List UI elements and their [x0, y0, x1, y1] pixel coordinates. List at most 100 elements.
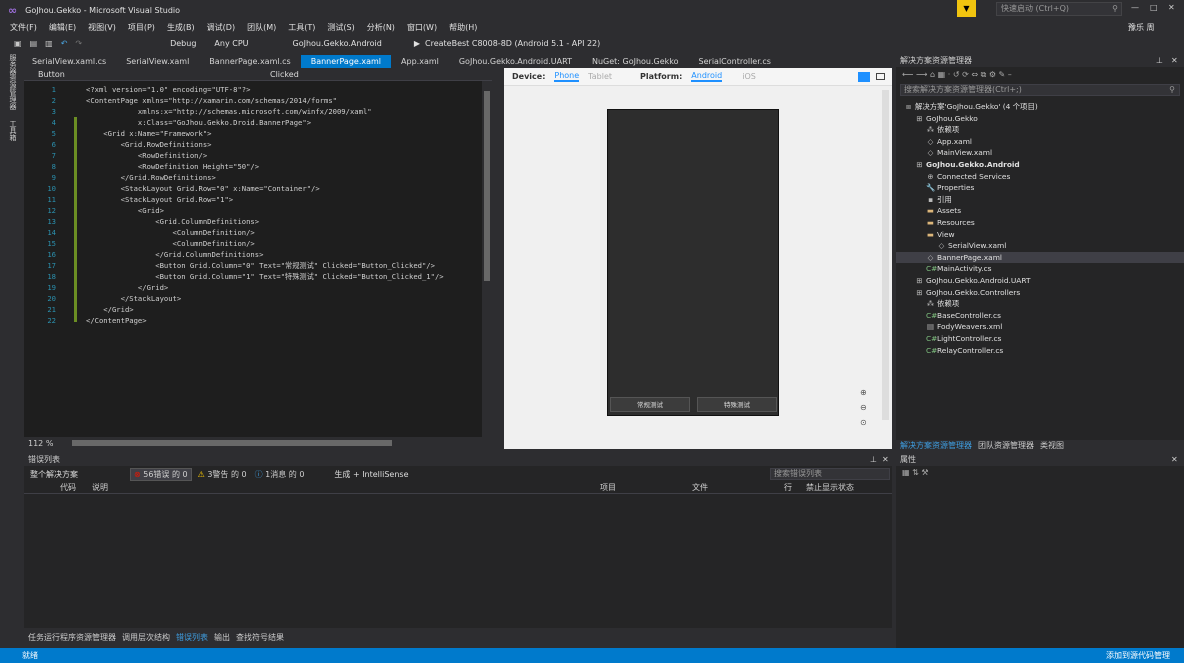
document-tab[interactable]: BannerPage.xaml.cs — [199, 55, 300, 68]
platform-ios-option[interactable]: iOS — [742, 72, 756, 81]
tab-task-runner[interactable]: 任务运行程序资源管理器 — [28, 632, 116, 643]
minimize-button[interactable]: — — [1131, 3, 1139, 12]
zoom-fit-icon[interactable]: ⊙ — [860, 418, 867, 427]
quick-launch-input[interactable]: 快速启动 (Ctrl+Q) — [1001, 4, 1069, 13]
platform-android-option[interactable]: Android — [691, 71, 723, 82]
new-project-icon[interactable]: ▣ — [14, 39, 22, 48]
tree-item[interactable]: ⊞ GoJhou.Gekko — [896, 113, 1184, 124]
toolbox-tab[interactable]: 工具箱 — [8, 120, 18, 141]
messages-filter[interactable]: ⓘ 1消息 的 0 — [255, 469, 305, 480]
tree-item[interactable]: ⊕ Connected Services — [896, 171, 1184, 182]
code-line[interactable]: <?xml version="1.0" encoding="UTF-8"?> — [86, 85, 250, 94]
errors-filter[interactable]: ⊗ 56错误 的 0 — [130, 467, 192, 481]
user-name[interactable]: 豫乐 周 — [1128, 22, 1155, 33]
member-nav-dropdown[interactable]: Clicked — [270, 70, 299, 79]
tree-item[interactable]: ◇ SerialView.xaml — [896, 240, 1184, 251]
tree-item[interactable]: ⊞ GoJhou.Gekko.Android.UART — [896, 275, 1184, 286]
run-target-button[interactable]: CreateBest C8008-8D (Android 5.1 - API 2… — [425, 39, 600, 48]
menu-help[interactable]: 帮助(H) — [449, 22, 477, 33]
quick-launch[interactable]: 快速启动 (Ctrl+Q) ⚲ — [996, 2, 1122, 16]
type-nav-dropdown[interactable]: Button — [38, 70, 65, 79]
code-line[interactable]: </StackLayout> — [86, 294, 182, 303]
menu-project[interactable]: 项目(P) — [128, 22, 155, 33]
document-tab[interactable]: NuGet: GoJhou.Gekko — [582, 55, 689, 68]
col-suppression[interactable]: 禁止显示状态 — [806, 482, 854, 493]
code-line[interactable]: <StackLayout Grid.Row="0" x:Name="Contai… — [86, 184, 320, 193]
code-line[interactable]: <ColumnDefinition/> — [86, 228, 255, 237]
document-tab[interactable]: SerialView.xaml.cs — [22, 55, 116, 68]
code-line[interactable]: <Button Grid.Column="0" Text="常规测试" Clic… — [86, 261, 435, 271]
document-tab[interactable]: App.xaml — [391, 55, 449, 68]
zoom-out-icon[interactable]: ⊖ — [860, 403, 867, 412]
tab-call-hierarchy[interactable]: 调用层次结构 — [122, 632, 170, 643]
close-panel-icon[interactable]: ✕ — [1171, 55, 1178, 67]
device-tablet-option[interactable]: Tablet — [588, 72, 612, 81]
code-line[interactable]: </Grid.RowDefinitions> — [86, 173, 216, 182]
platform-select[interactable]: Any CPU — [214, 39, 248, 48]
tree-item[interactable]: 🔧 Properties — [896, 182, 1184, 193]
code-line[interactable]: </Grid> — [86, 305, 133, 314]
tree-item[interactable]: ▤ FodyWeavers.xml — [896, 321, 1184, 332]
document-tab[interactable]: SerialController.cs — [689, 55, 781, 68]
preview-button-normal-test[interactable]: 常规测试 — [610, 397, 690, 412]
close-button[interactable]: ✕ — [1168, 3, 1175, 12]
code-line[interactable]: <StackLayout Grid.Row="1"> — [86, 195, 234, 204]
menu-file[interactable]: 文件(F) — [10, 22, 37, 33]
col-code[interactable]: 代码 — [60, 482, 76, 493]
col-file[interactable]: 文件 — [692, 482, 708, 493]
portrait-icon[interactable] — [858, 72, 870, 82]
maximize-button[interactable]: □ — [1150, 3, 1158, 12]
build-filter-select[interactable]: 生成 + IntelliSense — [334, 469, 408, 480]
tree-item[interactable]: ◇ BannerPage.xaml — [896, 251, 1184, 263]
code-line[interactable]: <Grid.ColumnDefinitions> — [86, 217, 259, 226]
tree-item[interactable]: ▬ Assets — [896, 205, 1184, 216]
menu-window[interactable]: 窗口(W) — [407, 22, 437, 33]
tree-item[interactable]: ◇ MainView.xaml — [896, 147, 1184, 158]
tab-find-symbol[interactable]: 查找符号结果 — [236, 632, 284, 643]
tree-item[interactable]: ⧈ 解决方案'GoJhou.Gekko' (4 个项目) — [896, 101, 1184, 112]
menu-edit[interactable]: 编辑(E) — [49, 22, 76, 33]
close-panel-icon[interactable]: ✕ — [882, 454, 889, 466]
redo-icon[interactable]: ↷ — [75, 39, 82, 48]
save-all-icon[interactable]: ▥ — [45, 39, 53, 48]
col-project[interactable]: 项目 — [600, 482, 616, 493]
pin-icon[interactable]: ⊥ — [870, 454, 877, 466]
preview-vscrollbar[interactable] — [882, 90, 889, 420]
zoom-level[interactable]: 112 % — [28, 439, 53, 448]
tab-solution-explorer[interactable]: 解决方案资源管理器 — [900, 440, 972, 451]
tree-item[interactable]: C#RelayController.cs — [896, 345, 1184, 356]
warnings-filter[interactable]: ⚠ 3警告 的 0 — [198, 469, 247, 480]
code-line[interactable]: <RowDefinition Height="50"/> — [86, 162, 259, 171]
tree-item[interactable]: C#MainActivity.cs — [896, 263, 1184, 274]
menu-view[interactable]: 视图(V) — [88, 22, 116, 33]
document-tab[interactable]: BannerPage.xaml — [300, 55, 392, 68]
play-icon[interactable]: ▶ — [414, 39, 420, 48]
config-select[interactable]: Debug — [170, 39, 196, 48]
code-line[interactable]: <ColumnDefinition/> — [86, 239, 255, 248]
tree-item[interactable]: ▪ 引用 — [896, 194, 1184, 205]
tree-item[interactable]: ⊞ GoJhou.Gekko.Android — [896, 159, 1184, 170]
code-line[interactable]: <RowDefinition/> — [86, 151, 207, 160]
tree-item[interactable]: ⁂ 依赖项 — [896, 124, 1184, 135]
editor-vscrollbar[interactable] — [482, 81, 492, 437]
code-line[interactable]: <Grid.RowDefinitions> — [86, 140, 212, 149]
tree-item[interactable]: C#LightController.cs — [896, 333, 1184, 344]
source-control-button[interactable]: 添加到源代码管理 — [1106, 650, 1170, 661]
menu-test[interactable]: 测试(S) — [327, 22, 354, 33]
error-search-box[interactable]: 搜索错误列表 — [770, 468, 890, 480]
tree-item[interactable]: ▬ View — [896, 229, 1184, 240]
tree-item[interactable]: ◇ App.xaml — [896, 136, 1184, 147]
menu-tools[interactable]: 工具(T) — [288, 22, 315, 33]
col-description[interactable]: 说明 — [92, 482, 108, 493]
menu-team[interactable]: 团队(M) — [247, 22, 276, 33]
device-phone-option[interactable]: Phone — [554, 71, 580, 82]
zoom-in-icon[interactable]: ⊕ — [860, 388, 867, 397]
menu-analyze[interactable]: 分析(N) — [367, 22, 395, 33]
tab-team-explorer[interactable]: 团队资源管理器 — [978, 440, 1034, 451]
tree-item[interactable]: ⁂ 依赖项 — [896, 298, 1184, 309]
document-tab[interactable]: GoJhou.Gekko.Android.UART — [449, 55, 582, 68]
code-editor[interactable]: 1 <?xml version="1.0" encoding="UTF-8"?> 2… — [24, 81, 492, 437]
document-tab[interactable]: SerialView.xaml — [116, 55, 199, 68]
undo-icon[interactable]: ↶ — [61, 39, 68, 48]
code-line[interactable]: x:Class="GoJhou.Gekko.Droid.BannerPage"> — [86, 118, 311, 127]
